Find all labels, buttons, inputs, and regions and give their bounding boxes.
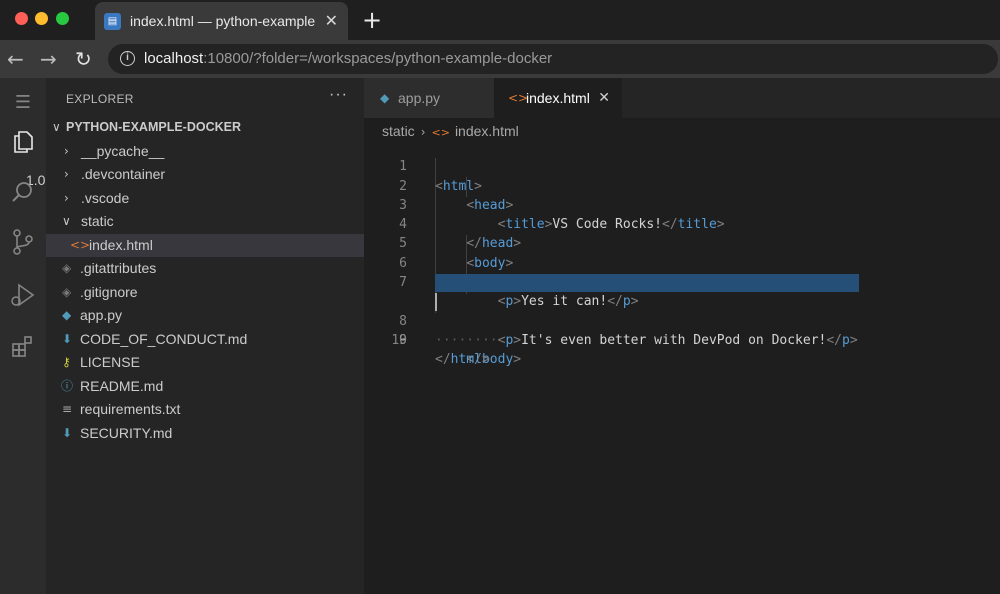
minimize-window-button[interactable] [35, 12, 48, 25]
tree-item-code-of-conduct[interactable]: ⬇ CODE_OF_CONDUCT.md [46, 328, 364, 351]
tree-item-label: __pycache__ [81, 143, 165, 159]
code-line[interactable]: 2 <head> [364, 157, 1000, 213]
tree-item-gitattributes[interactable]: ◈ .gitattributes [46, 257, 364, 280]
breadcrumb-folder[interactable]: static [382, 123, 415, 139]
tree-item-label: LICENSE [80, 354, 140, 370]
back-arrow-icon[interactable]: ← [7, 47, 24, 71]
chevron-down-icon: ∨ [52, 120, 61, 134]
editor-tab-label: app.py [398, 90, 441, 106]
chevron-down-icon: ∨ [62, 214, 71, 228]
chevron-right-icon: › [64, 191, 69, 205]
forward-arrow-icon[interactable]: → [40, 47, 57, 71]
tree-item-label: CODE_OF_CONDUCT.md [80, 331, 248, 347]
editor-tab-bar: ◆ app.py <> index.html ✕ [364, 78, 1000, 118]
browser-tab-title: index.html — python-example- [130, 13, 315, 29]
chevron-right-icon: › [420, 125, 426, 139]
tree-item-label: .vscode [81, 190, 130, 206]
editor-tab-app-py[interactable]: ◆ app.py [364, 78, 494, 118]
tree-item-app-py[interactable]: ◆ app.py [46, 304, 364, 327]
editor-tab-index-html[interactable]: <> index.html ✕ [494, 78, 622, 118]
html-file-icon: <> [70, 238, 91, 252]
tree-item-label: static [81, 213, 114, 229]
code-line[interactable]: 3 <title>VS Code Rocks!</title> [364, 177, 1000, 232]
tree-item-gitignore[interactable]: ◈ .gitignore [46, 281, 364, 304]
url-host: localhost [144, 50, 204, 67]
tree-item-label: requirements.txt [80, 401, 181, 417]
code-text: ········<p>It's even better with DevPod … [435, 332, 858, 348]
tree-item-devcontainer[interactable]: › .devcontainer [46, 163, 364, 186]
explorer-title: EXPLORER [66, 92, 134, 106]
files-icon[interactable] [6, 125, 40, 159]
browser-tab[interactable]: ▤ index.html — python-example- ✕ [95, 2, 348, 40]
text-cursor [435, 293, 437, 312]
markdown-file-icon: ⬇ [62, 426, 73, 440]
browser-nav-bar: ← → ↻ i localhost:10800/?folder=/workspa… [0, 40, 1000, 78]
tree-item-label: .gitattributes [80, 260, 157, 276]
code-line[interactable]: 10 </html> [364, 312, 1000, 367]
python-file-icon: ◆ [380, 91, 390, 105]
git-file-icon: ◈ [62, 261, 72, 275]
url-text[interactable]: localhost:10800/?folder=/workspaces/pyth… [144, 50, 552, 67]
explorer-sidebar: EXPLORER ··· ∨ PYTHON-EXAMPLE-DOCKER › _… [46, 78, 364, 594]
close-tab-icon[interactable]: ✕ [598, 78, 610, 118]
chevron-right-icon: › [64, 167, 69, 181]
extensions-icon[interactable] [6, 330, 40, 364]
new-tab-button[interactable]: + [362, 6, 382, 34]
close-tab-icon[interactable]: ✕ [325, 11, 338, 30]
more-actions-icon[interactable]: ··· [329, 86, 348, 104]
editor-area: ◆ app.py <> index.html ✕ static › <> index.… [364, 78, 1000, 594]
git-file-icon: ◈ [62, 285, 72, 299]
text-selection [435, 274, 859, 293]
close-window-button[interactable] [15, 12, 28, 25]
tree-item-index-html[interactable]: <> index.html [46, 234, 364, 257]
info-icon[interactable]: i [120, 51, 135, 66]
tree-item-vscode[interactable]: › .vscode [46, 187, 364, 210]
code-line[interactable]: 7 <p>Yes it can!</p> [364, 254, 1000, 309]
tree-item-readme[interactable]: ⓘ README.md [46, 375, 364, 398]
code-text: </html> [435, 352, 490, 368]
tree-item-label: .gitignore [80, 284, 138, 300]
source-control-icon[interactable] [6, 225, 40, 259]
breadcrumb-file[interactable]: index.html [455, 123, 519, 139]
url-path: :10800/?folder=/workspaces/python-exampl… [203, 50, 553, 67]
code-line[interactable]: 5 <body> [364, 215, 1000, 270]
code-line[interactable]: 1 <html> [364, 138, 1000, 193]
vscode-doc-icon: ▤ [104, 13, 121, 30]
run-debug-icon[interactable] [6, 278, 40, 312]
markdown-file-icon: ⬇ [62, 332, 73, 346]
editor-tab-label: index.html [526, 90, 590, 106]
tree-item-requirements[interactable]: ≡ requirements.txt [46, 398, 364, 421]
tree-item-label: README.md [80, 378, 164, 394]
tree-item-pycache[interactable]: › __pycache__ [46, 140, 364, 163]
tree-item-label: app.py [80, 307, 123, 323]
zoom-window-button[interactable] [56, 12, 69, 25]
python-file-icon: ◆ [62, 308, 72, 322]
menu-icon[interactable]: ☰ [6, 86, 40, 120]
tree-item-label: .devcontainer [81, 166, 166, 182]
reload-icon[interactable]: ↻ [75, 47, 92, 71]
code-line[interactable]: 4 </head> [364, 196, 1000, 251]
root-folder-label: PYTHON-EXAMPLE-DOCKER [66, 120, 242, 134]
address-bar[interactable]: i localhost:10800/?folder=/workspaces/py… [108, 44, 998, 74]
tree-item-static[interactable]: ∨ static [46, 210, 364, 233]
explorer-root-folder[interactable]: ∨ PYTHON-EXAMPLE-DOCKER [46, 116, 364, 139]
license-file-icon: ⚷ [62, 355, 71, 369]
search-icon[interactable] [6, 175, 40, 209]
code-line[interactable]: 9 </body> [364, 292, 1000, 367]
chevron-right-icon: › [64, 144, 69, 158]
line-number: 10 [391, 332, 407, 348]
code-line[interactable]: 6 <h1>VS Code can do that?</h1> [364, 235, 1000, 290]
tree-item-label: SECURITY.md [80, 425, 173, 441]
browser-tab-bar: ▤ index.html — python-example- ✕ + [0, 0, 1000, 40]
code-line-selected[interactable]: 8 ········<p>It's even better with DevPo… [364, 273, 1000, 348]
tree-item-license[interactable]: ⚷ LICENSE [46, 351, 364, 374]
tree-item-label: index.html [89, 237, 153, 253]
text-file-icon: ≡ [62, 402, 73, 416]
info-file-icon: ⓘ [61, 379, 74, 393]
tree-item-security[interactable]: ⬇ SECURITY.md [46, 422, 364, 445]
activity-bar: ☰ 1.00 [0, 78, 53, 594]
